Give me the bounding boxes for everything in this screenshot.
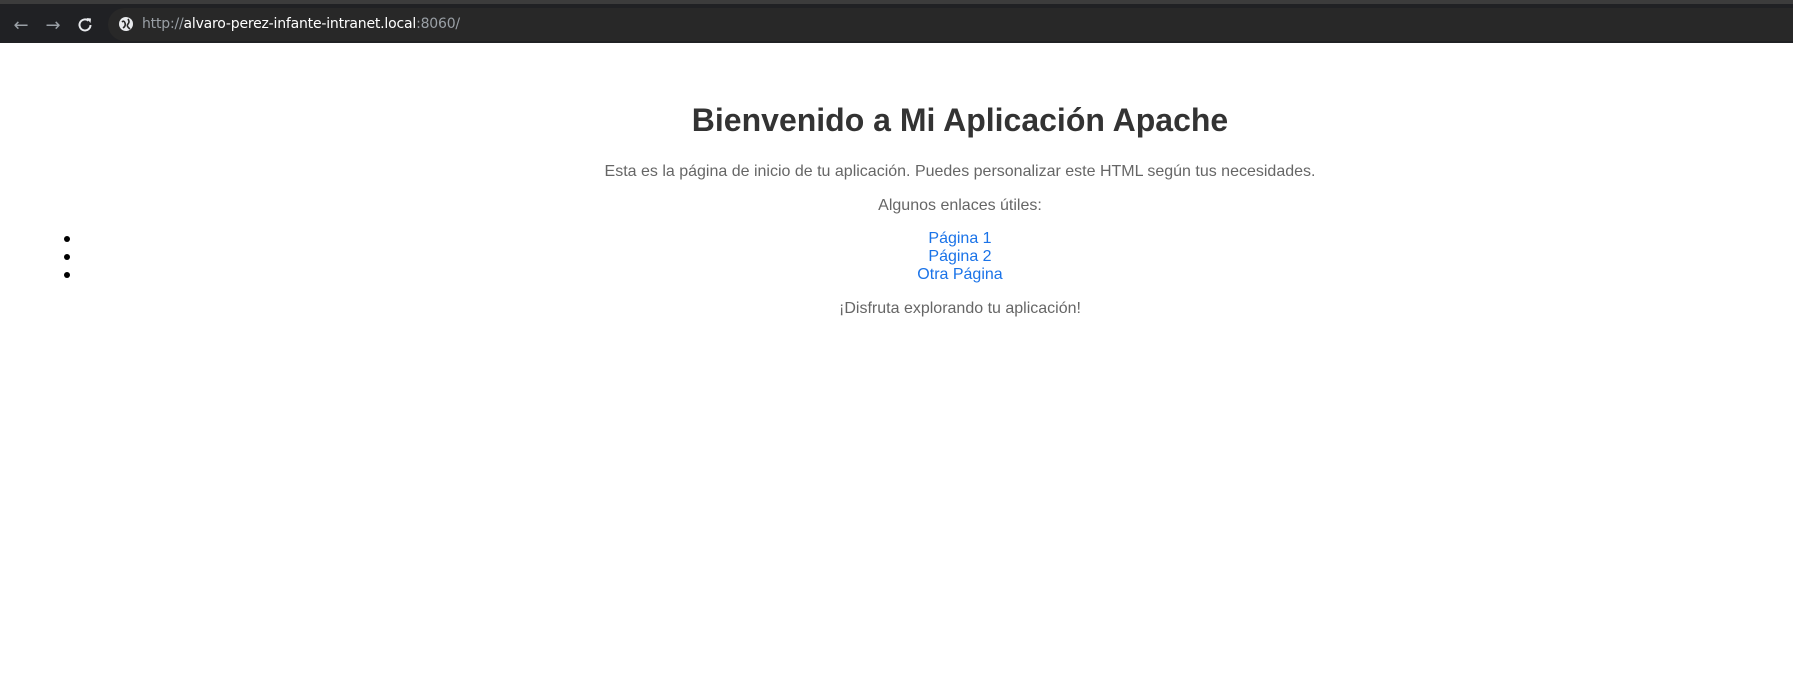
links-label: Algunos enlaces útiles: xyxy=(878,197,1042,214)
list-item: Página 2 xyxy=(0,248,1793,266)
reload-icon[interactable] xyxy=(72,12,98,38)
link-pagina-2[interactable]: Página 2 xyxy=(928,248,991,265)
globe-icon[interactable] xyxy=(118,16,134,32)
browser-toolbar: ← → http://alvaro-perez-infante-intranet… xyxy=(0,0,1793,43)
links-list: Página 1 Página 2 Otra Página xyxy=(0,230,1793,284)
intro-text: Esta es la página de inicio de tu aplica… xyxy=(604,163,1316,180)
page-title: Bienvenido a Mi Aplicación Apache xyxy=(691,102,1229,138)
bullet-icon xyxy=(64,254,70,260)
list-item: Otra Página xyxy=(0,266,1793,284)
url-scheme: http:// xyxy=(142,16,184,32)
list-item: Página 1 xyxy=(0,230,1793,248)
bullet-icon xyxy=(64,236,70,242)
address-bar[interactable]: http://alvaro-perez-infante-intranet.loc… xyxy=(108,8,1793,41)
page-content: Bienvenido a Mi Aplicación Apache Esta e… xyxy=(0,43,1793,691)
link-otra-pagina[interactable]: Otra Página xyxy=(917,266,1002,283)
bullet-icon xyxy=(64,272,70,278)
outro-text: ¡Disfruta explorando tu aplicación! xyxy=(839,300,1081,317)
back-arrow-icon[interactable]: ← xyxy=(8,12,34,38)
url-port-path: :8060/ xyxy=(416,16,460,32)
url-host: alvaro-perez-infante-intranet.local xyxy=(183,16,417,32)
forward-arrow-icon[interactable]: → xyxy=(40,12,66,38)
link-pagina-1[interactable]: Página 1 xyxy=(928,230,991,247)
url-text[interactable]: http://alvaro-perez-infante-intranet.loc… xyxy=(142,16,460,33)
